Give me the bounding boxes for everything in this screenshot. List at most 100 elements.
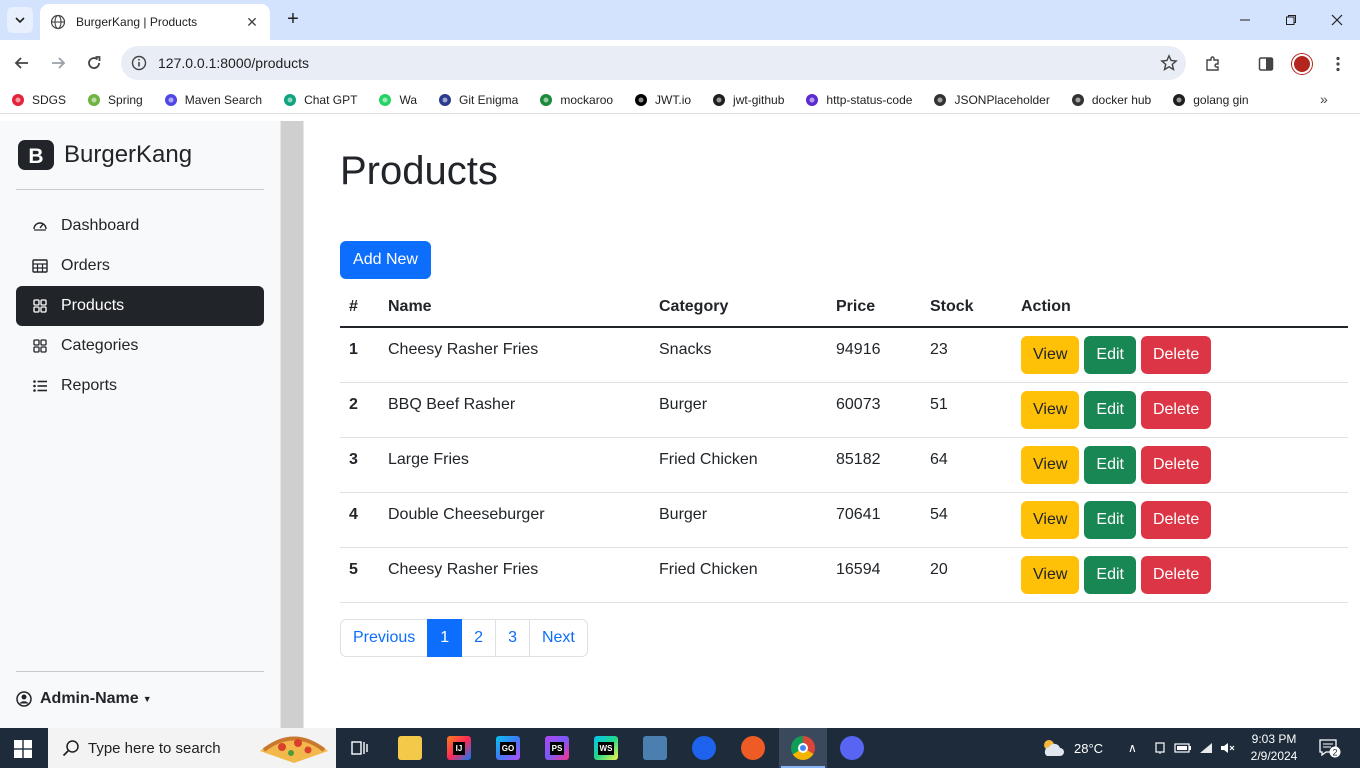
bookmark-label: Maven Search [184, 92, 263, 107]
back-button[interactable] [10, 51, 34, 75]
sidebar-item-orders[interactable]: Orders [16, 246, 264, 286]
view-button[interactable]: View [1021, 336, 1080, 374]
bookmark-item[interactable]: http-status-code [805, 93, 912, 107]
notification-center[interactable]: 2 [1318, 738, 1342, 758]
product-stock: 64 [921, 437, 1012, 493]
bookmark-item[interactable]: Chat GPT [283, 93, 357, 107]
sidebar-divider [16, 189, 264, 190]
row-number: 3 [340, 437, 379, 493]
url-text[interactable]: 127.0.0.1:8000/products [158, 55, 1152, 71]
webstorm-icon[interactable]: WS [594, 736, 618, 760]
minimize-button[interactable] [1222, 0, 1268, 40]
row-number: 2 [340, 382, 379, 438]
discord-icon[interactable] [840, 736, 864, 760]
tab-search-button[interactable] [7, 7, 33, 33]
weather-widget[interactable]: 28°C [1040, 728, 1103, 768]
bookmark-item[interactable]: docker hub [1071, 93, 1151, 107]
docker-icon[interactable] [692, 736, 716, 760]
delete-button[interactable]: Delete [1140, 445, 1212, 484]
new-tab-button[interactable]: + [282, 8, 304, 30]
delete-button[interactable]: Delete [1140, 555, 1212, 594]
site-info-icon[interactable] [131, 55, 147, 71]
pagination-page-2[interactable]: 2 [461, 619, 497, 657]
task-view-icon[interactable] [348, 736, 372, 760]
user-name: Admin-Name [40, 690, 139, 707]
bookmark-item[interactable]: JSONPlaceholder [933, 93, 1050, 107]
edit-button[interactable]: Edit [1084, 500, 1136, 539]
windows-start-icon[interactable] [14, 740, 32, 758]
more-bookmarks-icon[interactable]: » [1320, 91, 1336, 107]
bookmark-item[interactable]: JWT.io [634, 93, 691, 107]
taskbar-search[interactable]: Type here to search [48, 728, 336, 768]
pagination-next[interactable]: Next [528, 619, 588, 657]
edit-button[interactable]: Edit [1084, 555, 1136, 594]
chrome-icon[interactable] [791, 736, 815, 760]
chevron-up-icon[interactable]: ∧ [1128, 728, 1137, 768]
arrow-left-icon [14, 57, 28, 69]
address-bar[interactable]: 127.0.0.1:8000/products [121, 46, 1186, 80]
whatsapp-icon [378, 93, 392, 107]
bookmark-item[interactable]: Git Enigma [438, 93, 518, 107]
extensions-icon[interactable] [1202, 53, 1224, 75]
row-number: 1 [340, 327, 379, 383]
sidebar-item-dashboard[interactable]: Dashboard [16, 206, 264, 246]
taskbar-clock[interactable]: 9:03 PM 2/9/2024 [1238, 731, 1310, 765]
speedometer-icon [32, 218, 48, 234]
intellij-icon[interactable]: IJ [447, 736, 471, 760]
add-new-button[interactable]: Add New [340, 241, 431, 279]
edit-button[interactable]: Edit [1084, 390, 1136, 429]
active-tab[interactable]: BurgerKang | Products ✕ [40, 4, 270, 40]
edit-button[interactable]: Edit [1084, 336, 1136, 374]
pagination-previous[interactable]: Previous [340, 619, 429, 657]
reload-button[interactable] [82, 51, 106, 75]
close-tab-icon[interactable]: ✕ [244, 14, 260, 31]
delete-button[interactable]: Delete [1140, 390, 1212, 429]
file-explorer-icon[interactable] [398, 736, 422, 760]
sidebar-item-reports[interactable]: Reports [16, 366, 264, 406]
restore-button[interactable] [1268, 0, 1314, 40]
tab-title: BurgerKang | Products [76, 15, 198, 29]
clock-date: 2/9/2024 [1250, 749, 1298, 763]
view-button[interactable]: View [1021, 500, 1080, 539]
browser-toolbar: 127.0.0.1:8000/products [0, 40, 1360, 86]
pagination-page-1[interactable]: 1 [427, 619, 463, 657]
close-window-button[interactable] [1314, 0, 1360, 40]
view-button[interactable]: View [1021, 390, 1080, 429]
more-menu-icon[interactable] [1327, 53, 1349, 75]
reload-icon [88, 56, 101, 69]
svg-text:B: B [28, 145, 43, 168]
table-row: 2 BBQ Beef Rasher Burger 60073 51 View Edit Del… [340, 382, 1348, 438]
bookmark-item[interactable]: Wa [378, 93, 417, 107]
phpstorm-icon[interactable]: PS [545, 736, 569, 760]
brand[interactable]: B BurgerKang [16, 139, 192, 171]
profile-avatar[interactable] [1291, 53, 1313, 75]
forward-button[interactable] [46, 51, 70, 75]
bookmark-item[interactable]: SDGS [11, 93, 66, 107]
table-row: 3 Large Fries Fried Chicken 85182 64 View Edit… [340, 437, 1348, 493]
postman-icon[interactable] [741, 736, 765, 760]
scrollbar-thumb[interactable] [281, 121, 303, 728]
view-button[interactable]: View [1021, 555, 1080, 594]
mysql-workbench-icon[interactable] [643, 736, 667, 760]
side-panel-icon[interactable] [1255, 53, 1277, 75]
bookmark-item[interactable]: mockaroo [539, 93, 613, 107]
edit-button[interactable]: Edit [1084, 445, 1136, 484]
table-header-row: # Name Category Price Stock Action [340, 287, 1348, 328]
delete-button[interactable]: Delete [1140, 336, 1212, 374]
bookmark-star-icon[interactable] [1152, 54, 1186, 72]
bookmark-item[interactable]: Spring [87, 93, 143, 107]
sidebar-item-categories[interactable]: Categories [16, 326, 264, 366]
delete-button[interactable]: Delete [1140, 500, 1212, 539]
bookmark-item[interactable]: Maven Search [164, 93, 262, 107]
battery-icon [1174, 743, 1191, 753]
bookmark-item[interactable]: golang gin [1172, 93, 1249, 107]
sidebar-item-products[interactable]: Products [16, 286, 264, 326]
pagination-page-3[interactable]: 3 [495, 619, 530, 657]
bookmark-label: Wa [399, 92, 417, 107]
view-button[interactable]: View [1021, 445, 1080, 484]
clock-time: 9:03 PM [1251, 732, 1297, 746]
bookmark-item[interactable]: jwt-github [712, 93, 784, 107]
goland-icon[interactable]: GO [496, 736, 520, 760]
system-tray-icons[interactable] [1152, 728, 1236, 768]
user-dropdown[interactable]: Admin-Name ▼ [16, 690, 152, 708]
